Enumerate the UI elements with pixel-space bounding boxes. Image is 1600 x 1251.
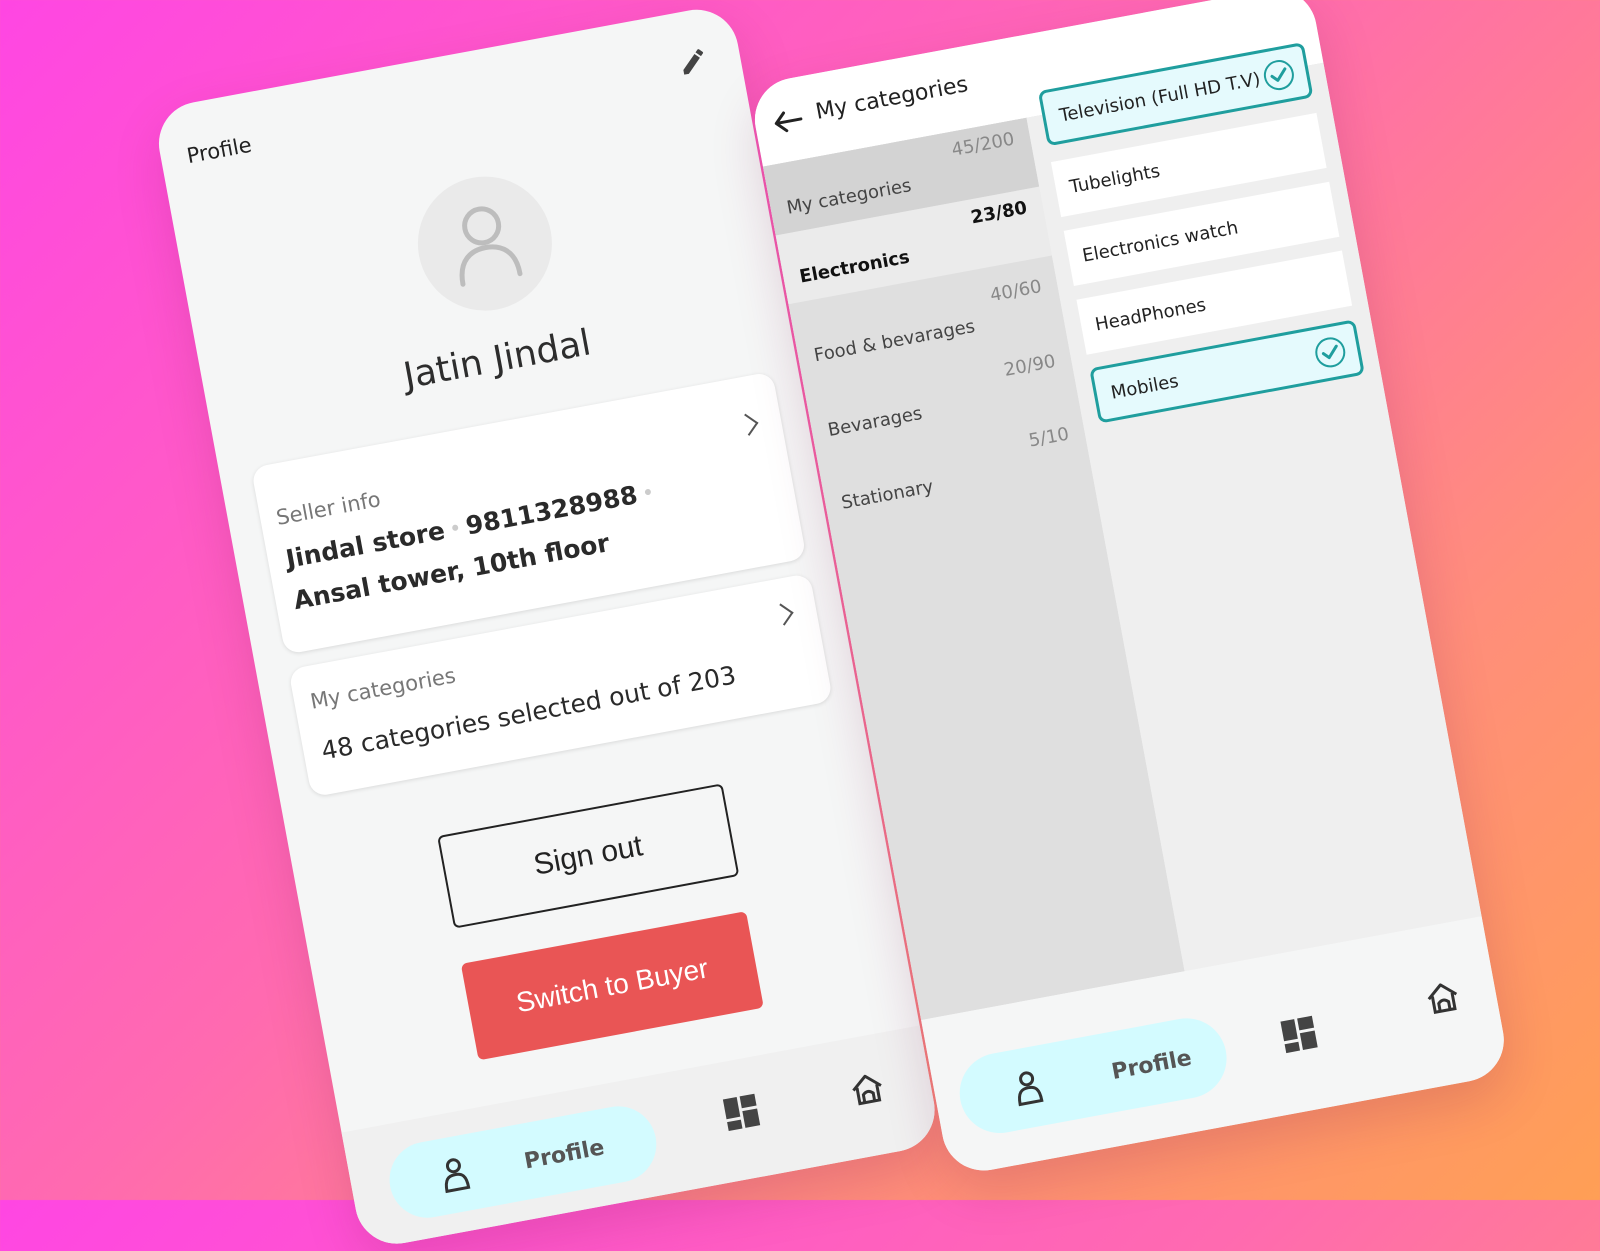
avatar[interactable] (406, 165, 564, 322)
grid-icon[interactable] (722, 1093, 762, 1133)
user-icon (444, 1158, 470, 1194)
category-name: Bevarages (826, 402, 924, 441)
separator-dot (644, 488, 652, 496)
category-count: 23/80 (969, 197, 1029, 229)
page-title: My categories (813, 72, 970, 125)
home-icon[interactable] (848, 1069, 888, 1109)
home-icon[interactable] (1423, 978, 1463, 1018)
separator-dot (451, 524, 459, 532)
category-name: Stationary (839, 476, 936, 514)
nav-profile-label: Profile (1109, 1045, 1194, 1085)
item-label: Electronics watch (1080, 216, 1240, 267)
category-count: 20/90 (1002, 350, 1058, 381)
category-count: 45/200 (949, 128, 1017, 161)
category-name: Food & bevarages (812, 315, 977, 367)
pencil-icon[interactable] (676, 44, 711, 79)
category-count: 40/60 (988, 276, 1044, 307)
page-title: Profile (184, 132, 254, 169)
seller-info-label: Seller info (274, 487, 383, 530)
check-icon (1312, 334, 1348, 370)
category-count: 5/10 (1027, 423, 1071, 452)
category-name: Electronics (797, 246, 912, 288)
phone-number: 9811328988 (463, 480, 640, 541)
bottom-nav: Profile (341, 1025, 942, 1251)
item-label: HeadPhones (1093, 293, 1208, 336)
user-icon (459, 206, 523, 287)
switch-to-buyer-button[interactable]: Switch to Buyer (460, 911, 764, 1061)
nav-profile-tab[interactable]: Profile (953, 1011, 1234, 1140)
chevron-right-icon (736, 413, 759, 436)
chevron-right-icon (771, 603, 794, 626)
user-icon (1018, 1071, 1044, 1107)
my-categories-label: My categories (308, 663, 458, 714)
back-arrow-icon[interactable] (771, 107, 805, 136)
grid-icon[interactable] (1279, 1015, 1319, 1055)
check-icon (1261, 57, 1297, 93)
sign-out-button[interactable]: Sign out (437, 783, 740, 929)
category-name: My categories (785, 175, 914, 219)
item-label: Mobiles (1109, 370, 1181, 404)
nav-profile-tab[interactable]: Profile (383, 1100, 663, 1224)
item-label: Tubelights (1067, 160, 1162, 198)
nav-profile-label: Profile (522, 1134, 607, 1175)
